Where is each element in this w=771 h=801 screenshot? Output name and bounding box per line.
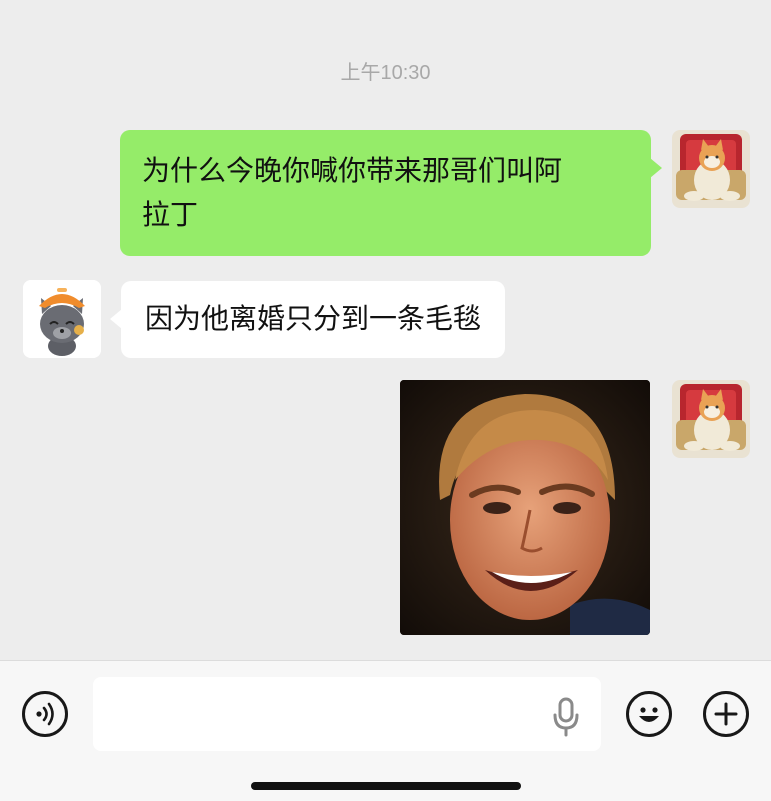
microphone-icon: [553, 697, 579, 737]
cat-avatar-image: [672, 380, 750, 458]
contact-avatar[interactable]: [23, 280, 101, 358]
add-button[interactable]: [703, 691, 749, 737]
message-text: 因为他离婚只分到一条毛毯: [145, 302, 482, 335]
message-text-line: 为什么今晚你喊你带来那哥们叫阿: [142, 154, 563, 187]
message-bubble-other[interactable]: 因为他离婚只分到一条毛毯: [110, 281, 506, 358]
emoji-button[interactable]: [626, 691, 672, 737]
cat-avatar-image: [672, 130, 750, 208]
emoji-icon: [639, 707, 659, 722]
bubble-tail: [650, 158, 662, 178]
image-message[interactable]: [400, 380, 650, 635]
message-timestamp: 上午10:30: [340, 62, 431, 84]
message-input[interactable]: [93, 677, 601, 751]
smiling-face-photo: [400, 380, 650, 635]
voice-button[interactable]: [22, 691, 68, 737]
microphone-button[interactable]: [550, 697, 582, 737]
home-indicator[interactable]: [251, 782, 521, 790]
self-avatar[interactable]: [672, 380, 750, 458]
bubble-tail: [110, 309, 122, 329]
plus-icon: [714, 702, 738, 726]
self-avatar[interactable]: [672, 130, 750, 208]
message-bubble-self[interactable]: 为什么今晚你喊你带来那哥们叫阿 拉丁: [120, 130, 662, 256]
wolf-avatar-image: [23, 280, 101, 358]
chat-input-bar: [0, 660, 771, 801]
message-text-line: 拉丁: [142, 198, 199, 231]
voice-icon: [36, 702, 54, 726]
